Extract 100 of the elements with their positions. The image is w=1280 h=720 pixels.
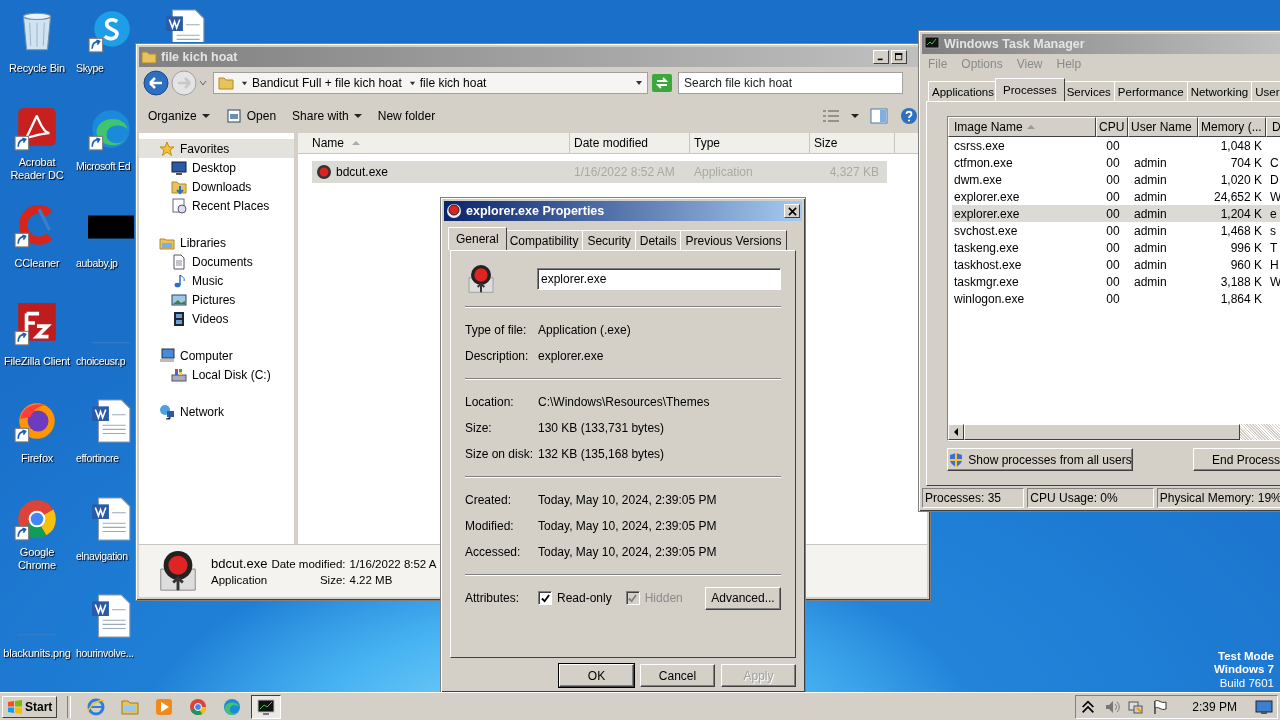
table-cell-text: 00: [1105, 274, 1121, 289]
help-icon[interactable]: [899, 107, 919, 125]
column-header[interactable]: CPU: [1096, 117, 1128, 137]
icon-label: Google Chrome: [17, 545, 57, 572]
nav-item[interactable]: Documents: [139, 252, 294, 271]
column-header[interactable]: Size: [810, 133, 895, 153]
advanced-button[interactable]: Advanced...: [705, 586, 781, 610]
show-hidden-icons-button[interactable]: [1080, 698, 1097, 715]
tab[interactable]: Performance: [1113, 81, 1188, 101]
date-modified-label: Date modified:: [271, 558, 346, 570]
icon-label: hourinvolve...: [76, 647, 134, 660]
column-header[interactable]: Memory (...: [1198, 117, 1266, 137]
column-header[interactable]: D: [1266, 117, 1280, 137]
clock[interactable]: 2:39 PM: [1192, 699, 1237, 714]
show-desktop-button[interactable]: [1255, 698, 1273, 715]
table-cell-text: explorer.exe: [953, 189, 1021, 204]
tab[interactable]: Previous Versions: [680, 230, 787, 250]
dialog-button[interactable]: Cancel: [640, 664, 715, 687]
nav-item[interactable]: Network: [139, 402, 294, 421]
file-name-field[interactable]: explorer.exe: [537, 268, 781, 290]
table-cell-text: 00: [1105, 223, 1121, 238]
property-value: 130 KB (133,731 bytes): [538, 421, 665, 435]
breadcrumb-item[interactable]: Bandicut Full + file kich hoat: [252, 76, 402, 90]
nav-item[interactable]: Favorites: [139, 139, 294, 158]
checkbox[interactable]: Read-only: [538, 591, 612, 605]
ie-icon: [86, 696, 107, 717]
tab[interactable]: Networking: [1186, 81, 1253, 101]
dialog-button[interactable]: OK: [559, 664, 634, 687]
caret-icon[interactable]: [408, 79, 416, 87]
property-value: Today, May 10, 2024, 2:39:05 PM: [538, 493, 717, 507]
address-bar[interactable]: Bandicut Full + file kich hoat file kich hoat: [213, 72, 648, 94]
horizontal-scrollbar[interactable]: [948, 424, 1280, 440]
process-row[interactable]: csrss.exe 00 1,048 K: [952, 137, 1280, 154]
nav-item[interactable]: Libraries: [139, 233, 294, 252]
column-header[interactable]: User Name: [1128, 117, 1198, 137]
column-header[interactable]: Type: [690, 133, 810, 153]
table-cell: admin: [1134, 240, 1167, 255]
caret-icon[interactable]: [851, 112, 859, 120]
start-button[interactable]: Start: [2, 695, 58, 718]
icon-label: blackunits.png: [3, 647, 71, 660]
taskmgr-taskbar-icon[interactable]: [251, 694, 282, 719]
tab[interactable]: Applications: [928, 81, 998, 101]
process-row[interactable]: taskhost.exe 00 admin 960 K H: [952, 256, 1280, 273]
table-cell: e: [1270, 206, 1277, 221]
table-cell-text: 1,864 K: [1219, 291, 1263, 306]
process-row[interactable]: winlogon.exe 00 1,864 K: [952, 290, 1280, 307]
nav-item[interactable]: Music: [139, 271, 294, 290]
refresh-button[interactable]: [652, 74, 672, 92]
tab[interactable]: Security: [582, 230, 636, 250]
network-icon: [159, 403, 175, 420]
tab[interactable]: Processes: [995, 78, 1065, 101]
nav-item[interactable]: Computer: [139, 346, 294, 365]
process-row[interactable]: svchost.exe 00 admin 1,468 K s: [952, 222, 1280, 239]
caret-icon[interactable]: [241, 79, 248, 87]
property-label: Created:: [465, 493, 513, 507]
process-row[interactable]: explorer.exe 00 admin 1,204 K e: [952, 205, 1280, 222]
nav-item[interactable]: Downloads: [139, 177, 294, 196]
tab[interactable]: General: [448, 227, 507, 250]
tab[interactable]: Compatibility: [504, 230, 584, 250]
back-button[interactable]: [143, 70, 169, 96]
tab[interactable]: Details: [634, 230, 682, 250]
process-row[interactable]: dwm.exe 00 admin 1,020 K D: [952, 171, 1280, 188]
network-icon[interactable]: [1128, 698, 1145, 715]
table-cell-text: taskhost.exe: [953, 257, 1023, 272]
column-header[interactable]: Image Name: [948, 117, 1096, 137]
recent-icon: [171, 197, 187, 214]
nav-item[interactable]: Desktop: [139, 158, 294, 177]
table-cell-text: taskmgr.exe: [953, 274, 1020, 289]
icon-label: aubaby.jp: [76, 257, 118, 270]
column-header[interactable]: Name: [298, 133, 570, 153]
caret-icon[interactable]: [635, 79, 643, 87]
close-button[interactable]: [784, 204, 800, 218]
toolbar-button[interactable]: Organize: [143, 106, 215, 126]
table-cell: s: [1270, 223, 1276, 238]
nav-item[interactable]: Pictures: [139, 290, 294, 309]
toolbar-button[interactable]: New folder: [372, 106, 441, 126]
nav-item[interactable]: Local Disk (C:): [139, 365, 294, 384]
toolbar-button[interactable]: Open: [220, 105, 282, 127]
left-arrow-icon: [952, 428, 960, 436]
table-cell-text: csrss.exe: [953, 138, 1006, 153]
table-cell-text: dwm.exe: [953, 172, 1004, 187]
property-value: explorer.exe: [538, 349, 604, 363]
media-icon: [154, 696, 175, 717]
toolbar-button[interactable]: Share with: [287, 106, 367, 126]
end-process-button[interactable]: End Process: [1193, 448, 1280, 471]
size-label: Size:: [318, 574, 346, 586]
nav-item[interactable]: Recent Places: [139, 196, 294, 215]
column-header[interactable]: Date modified: [570, 133, 690, 153]
breadcrumb-item[interactable]: file kich hoat: [419, 76, 487, 90]
search-field[interactable]: Search file kich hoat: [678, 72, 903, 94]
process-row[interactable]: ctfmon.exe 00 admin 704 K C: [952, 154, 1280, 171]
table-cell-text: 00: [1105, 172, 1121, 187]
nav-item[interactable]: Videos: [139, 309, 294, 328]
flag-icon[interactable]: [1152, 698, 1169, 715]
show-all-processes-button[interactable]: Show processes from all users: [947, 448, 1133, 471]
tab[interactable]: User: [1251, 81, 1280, 101]
maximize-icon: [895, 53, 903, 61]
property-value: Today, May 10, 2024, 2:39:05 PM: [538, 519, 717, 533]
process-row[interactable]: taskeng.exe 00 admin 996 K T: [952, 239, 1280, 256]
file-type: Application: [211, 574, 268, 586]
